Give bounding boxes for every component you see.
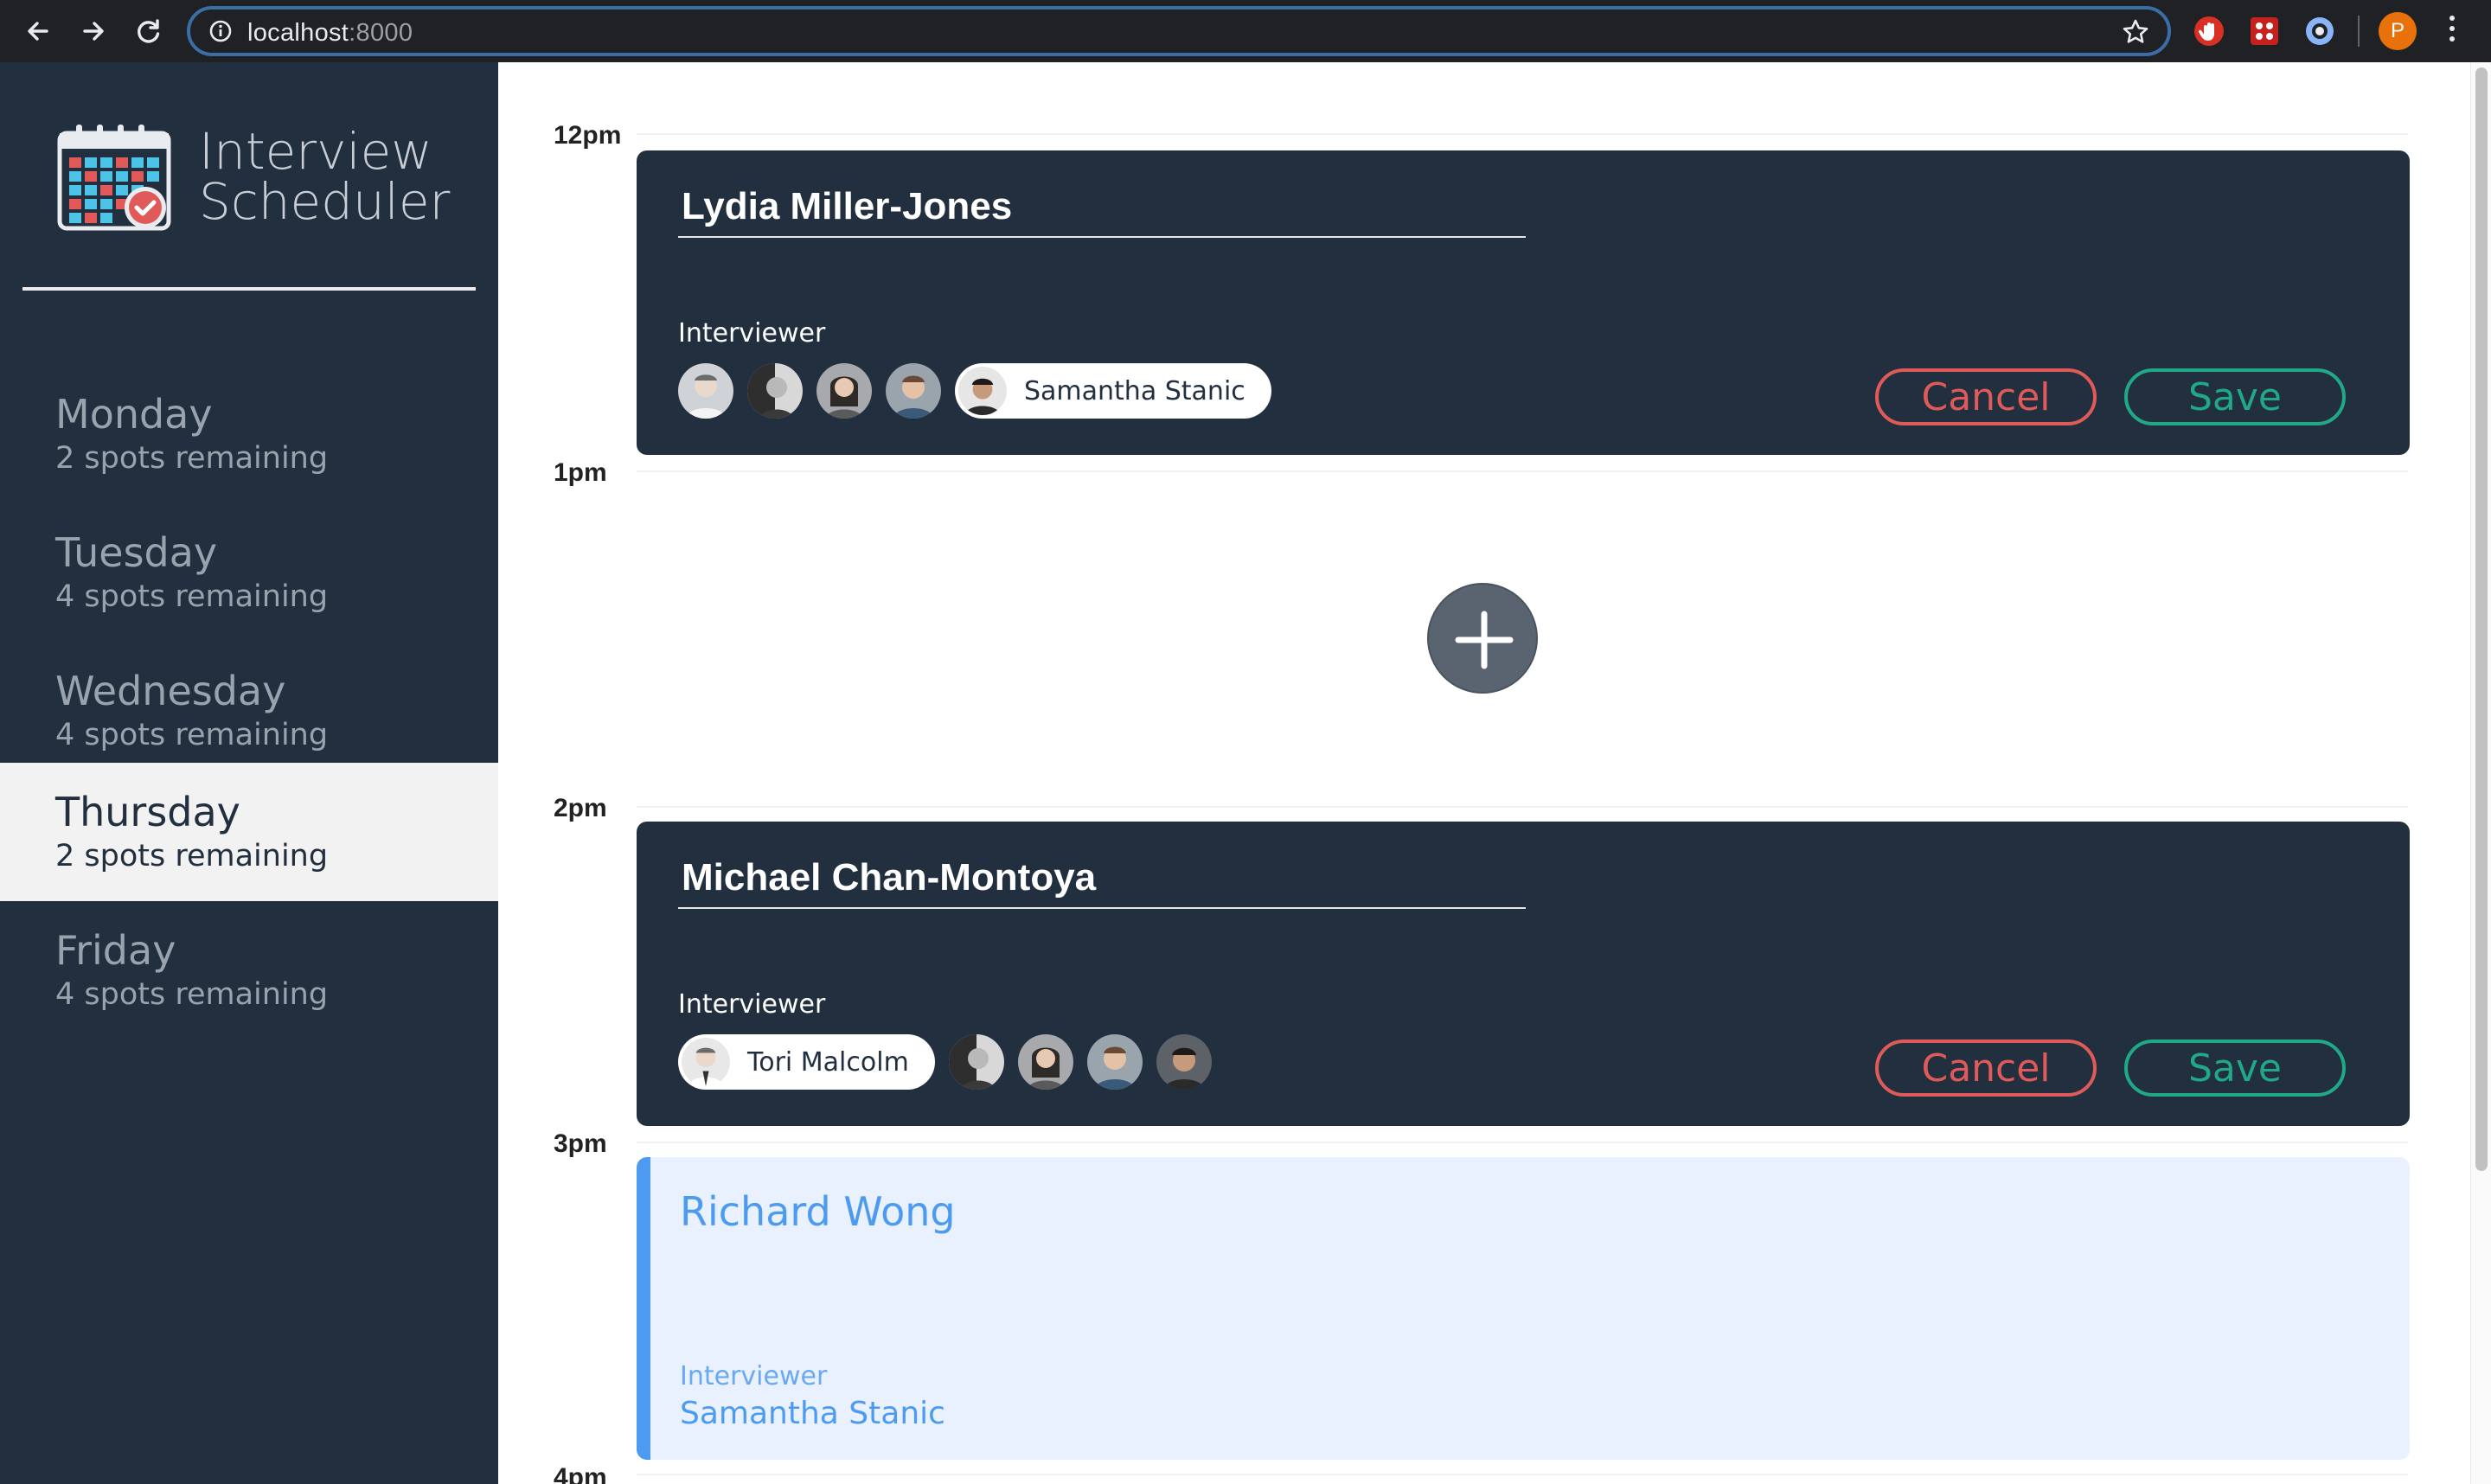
input-underline [678, 236, 1526, 238]
time-divider [637, 1474, 2408, 1475]
time-divider [637, 470, 2408, 472]
sidebar-divider [22, 287, 476, 291]
input-underline [678, 907, 1526, 909]
day-spots: 4 spots remaining [55, 718, 329, 752]
cancel-button[interactable]: Cancel [1875, 1039, 2097, 1097]
day-item-tuesday[interactable]: Tuesday 4 spots remaining [0, 503, 498, 642]
scrollbar-thumb[interactable] [2475, 67, 2488, 1171]
extension-hand-icon[interactable] [2192, 14, 2226, 48]
day-name: Friday [55, 927, 176, 974]
interviewer-label: Interviewer [680, 1361, 828, 1391]
day-item-thursday[interactable]: Thursday 2 spots remaining [0, 763, 498, 901]
sidebar: Interview Scheduler Monday 2 spots remai… [0, 62, 498, 1484]
selected-interviewer-name: Tori Malcolm [747, 1046, 909, 1078]
interviewer-avatar[interactable] [1017, 1034, 1073, 1090]
day-name: Tuesday [55, 529, 218, 576]
time-label: 3pm [554, 1129, 607, 1158]
interviewer-list: Tori Malcolm [678, 1034, 1226, 1090]
student-name-input[interactable]: Lydia Miller-Jones [682, 185, 1012, 228]
interviewer-avatar[interactable] [948, 1034, 1004, 1090]
student-name-input[interactable]: Michael Chan-Montoya [682, 856, 1096, 899]
url-text: localhost:8000 [247, 19, 413, 47]
toolbar-divider [2358, 16, 2360, 47]
day-spots: 2 spots remaining [55, 441, 329, 476]
save-button[interactable]: Save [2124, 368, 2346, 425]
interviewer-avatar [958, 367, 1007, 415]
time-divider [637, 806, 2408, 808]
interviewer-avatar[interactable] [886, 363, 941, 419]
interviewer-avatar[interactable] [747, 363, 803, 419]
time-label: 1pm [554, 458, 607, 487]
selected-interviewer-name: Samantha Stanic [1024, 375, 1246, 406]
time-divider [637, 1142, 2408, 1143]
browser-toolbar: localhost:8000 P [0, 0, 2491, 62]
back-arrow-icon[interactable] [21, 14, 55, 48]
interviewer-name: Samantha Stanic [680, 1396, 945, 1431]
info-icon[interactable] [208, 18, 234, 44]
day-name: Wednesday [55, 668, 286, 714]
day-item-friday[interactable]: Friday 4 spots remaining [0, 901, 498, 1039]
interviewer-avatar [682, 1038, 730, 1086]
page-scrollbar[interactable] [2470, 62, 2491, 1484]
interviewer-label: Interviewer [678, 989, 826, 1020]
profile-avatar[interactable]: P [2379, 12, 2417, 50]
forward-arrow-icon[interactable] [76, 14, 111, 48]
extension-gallery-icon[interactable] [2247, 14, 2282, 48]
calendar-logo-icon [57, 125, 171, 232]
save-button[interactable]: Save [2124, 1039, 2346, 1097]
appointment-form: Michael Chan-Montoya Interviewer Tori Ma… [637, 822, 2410, 1126]
interviewer-list: Samantha Stanic [678, 363, 1285, 419]
add-appointment-button[interactable] [1427, 583, 1538, 694]
interviewer-avatar[interactable] [1156, 1034, 1212, 1090]
day-spots: 4 spots remaining [55, 579, 329, 614]
appointment-show[interactable]: Richard Wong Interviewer Samantha Stanic [637, 1157, 2410, 1460]
day-spots: 4 spots remaining [55, 977, 329, 1012]
day-spots: 2 spots remaining [55, 839, 329, 873]
browser-menu-icon[interactable] [2448, 16, 2456, 47]
time-label: 12pm [554, 121, 622, 150]
time-label: 4pm [554, 1463, 607, 1484]
day-item-monday[interactable]: Monday 2 spots remaining [0, 365, 498, 503]
time-divider [637, 133, 2408, 135]
schedule: 12pm Lydia Miller-Jones Interviewer Sama… [498, 62, 2470, 1484]
interviewer-avatar[interactable] [816, 363, 872, 419]
selected-interviewer[interactable]: Tori Malcolm [678, 1034, 935, 1090]
day-name: Thursday [55, 789, 240, 835]
day-item-wednesday[interactable]: Wednesday 4 spots remaining [0, 642, 498, 780]
interviewer-avatar[interactable] [678, 363, 733, 419]
interviewer-label: Interviewer [678, 318, 826, 349]
cancel-button[interactable]: Cancel [1875, 368, 2097, 425]
bookmark-star-icon[interactable] [2121, 17, 2150, 47]
day-name: Monday [55, 391, 213, 438]
appointment-form: Lydia Miller-Jones Interviewer Samantha … [637, 150, 2410, 455]
selected-interviewer[interactable]: Samantha Stanic [955, 363, 1271, 419]
address-bar[interactable]: localhost:8000 [187, 6, 2171, 56]
extension-circle-icon[interactable] [2302, 14, 2337, 48]
time-label: 2pm [554, 794, 607, 822]
reload-icon[interactable] [131, 14, 166, 48]
interviewer-avatar[interactable] [1086, 1034, 1143, 1090]
student-name: Richard Wong [680, 1188, 956, 1235]
app-title: Interview Scheduler [199, 122, 451, 231]
